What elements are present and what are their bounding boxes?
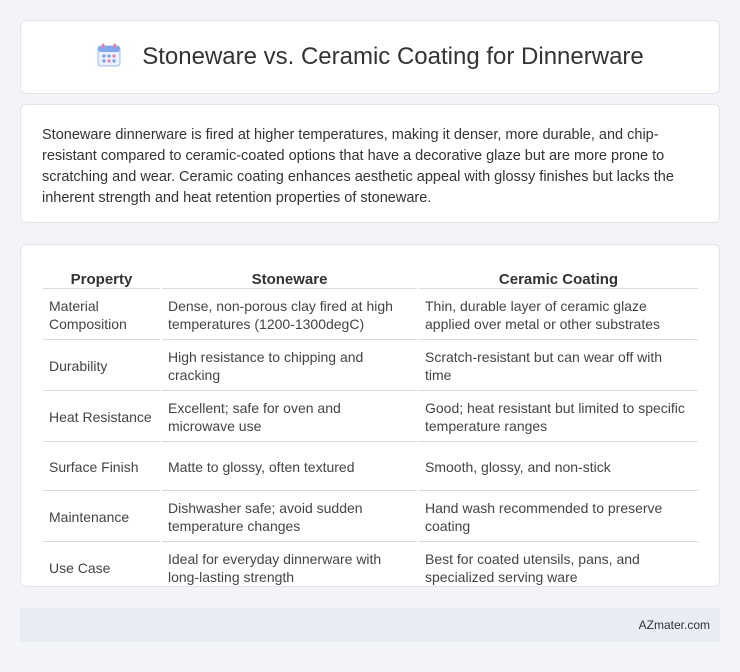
cell-ceramic: Thin, durable layer of ceramic glaze app…	[419, 291, 698, 340]
cell-stoneware: High resistance to chipping and cracking	[162, 342, 417, 391]
cell-property: Maintenance	[43, 493, 160, 542]
header-stoneware: Stoneware	[162, 267, 417, 289]
table-row: Durability High resistance to chipping a…	[43, 342, 698, 391]
cell-property: Material Composition	[43, 291, 160, 340]
cell-ceramic: Smooth, glossy, and non-stick	[419, 444, 698, 491]
footer-bar: AZmater.com	[20, 608, 720, 642]
intro-text: Stoneware dinnerware is fired at higher …	[42, 127, 674, 206]
intro-card: Stoneware dinnerware is fired at higher …	[20, 104, 720, 223]
table-row: Heat Resistance Excellent; safe for oven…	[43, 393, 698, 442]
header-card: Stoneware vs. Ceramic Coating for Dinner…	[20, 20, 720, 94]
cell-property: Durability	[43, 342, 160, 391]
cell-ceramic: Good; heat resistant but limited to spec…	[419, 393, 698, 442]
cell-property: Use Case	[49, 560, 111, 576]
cell-stoneware: Dishwasher safe; avoid sudden temperatur…	[162, 493, 417, 542]
comparison-table: Property Stoneware Ceramic Coating Mater…	[41, 265, 700, 594]
footer-brand: AZmater.com	[638, 618, 710, 632]
table-header-row: Property Stoneware Ceramic Coating	[43, 267, 698, 289]
table-row: Maintenance Dishwasher safe; avoid sudde…	[43, 493, 698, 542]
table-row: Use Case Ideal for everyday dinnerware w…	[43, 544, 698, 592]
cell-stoneware: Dense, non-porous clay fired at high tem…	[162, 291, 417, 340]
calendar-icon	[96, 42, 122, 73]
table-row: Material Composition Dense, non-porous c…	[43, 291, 698, 340]
table-card: Property Stoneware Ceramic Coating Mater…	[20, 244, 720, 587]
header-property: Property	[43, 267, 160, 289]
table-row: Surface Finish Matte to glossy, often te…	[43, 444, 698, 491]
cell-stoneware: Matte to glossy, often textured	[162, 444, 417, 491]
cell-property: Heat Resistance	[43, 393, 160, 442]
page-title: Stoneware vs. Ceramic Coating for Dinner…	[142, 43, 644, 70]
header-ceramic-coating: Ceramic Coating	[419, 267, 698, 289]
cell-stoneware: Ideal for everyday dinnerware with long-…	[168, 551, 382, 585]
cell-stoneware: Excellent; safe for oven and microwave u…	[162, 393, 417, 442]
cell-property: Surface Finish	[43, 444, 160, 491]
cell-ceramic: Scratch-resistant but can wear off with …	[419, 342, 698, 391]
cell-ceramic: Best for coated utensils, pans, and spec…	[425, 551, 640, 585]
cell-ceramic: Hand wash recommended to preserve coatin…	[419, 493, 698, 542]
